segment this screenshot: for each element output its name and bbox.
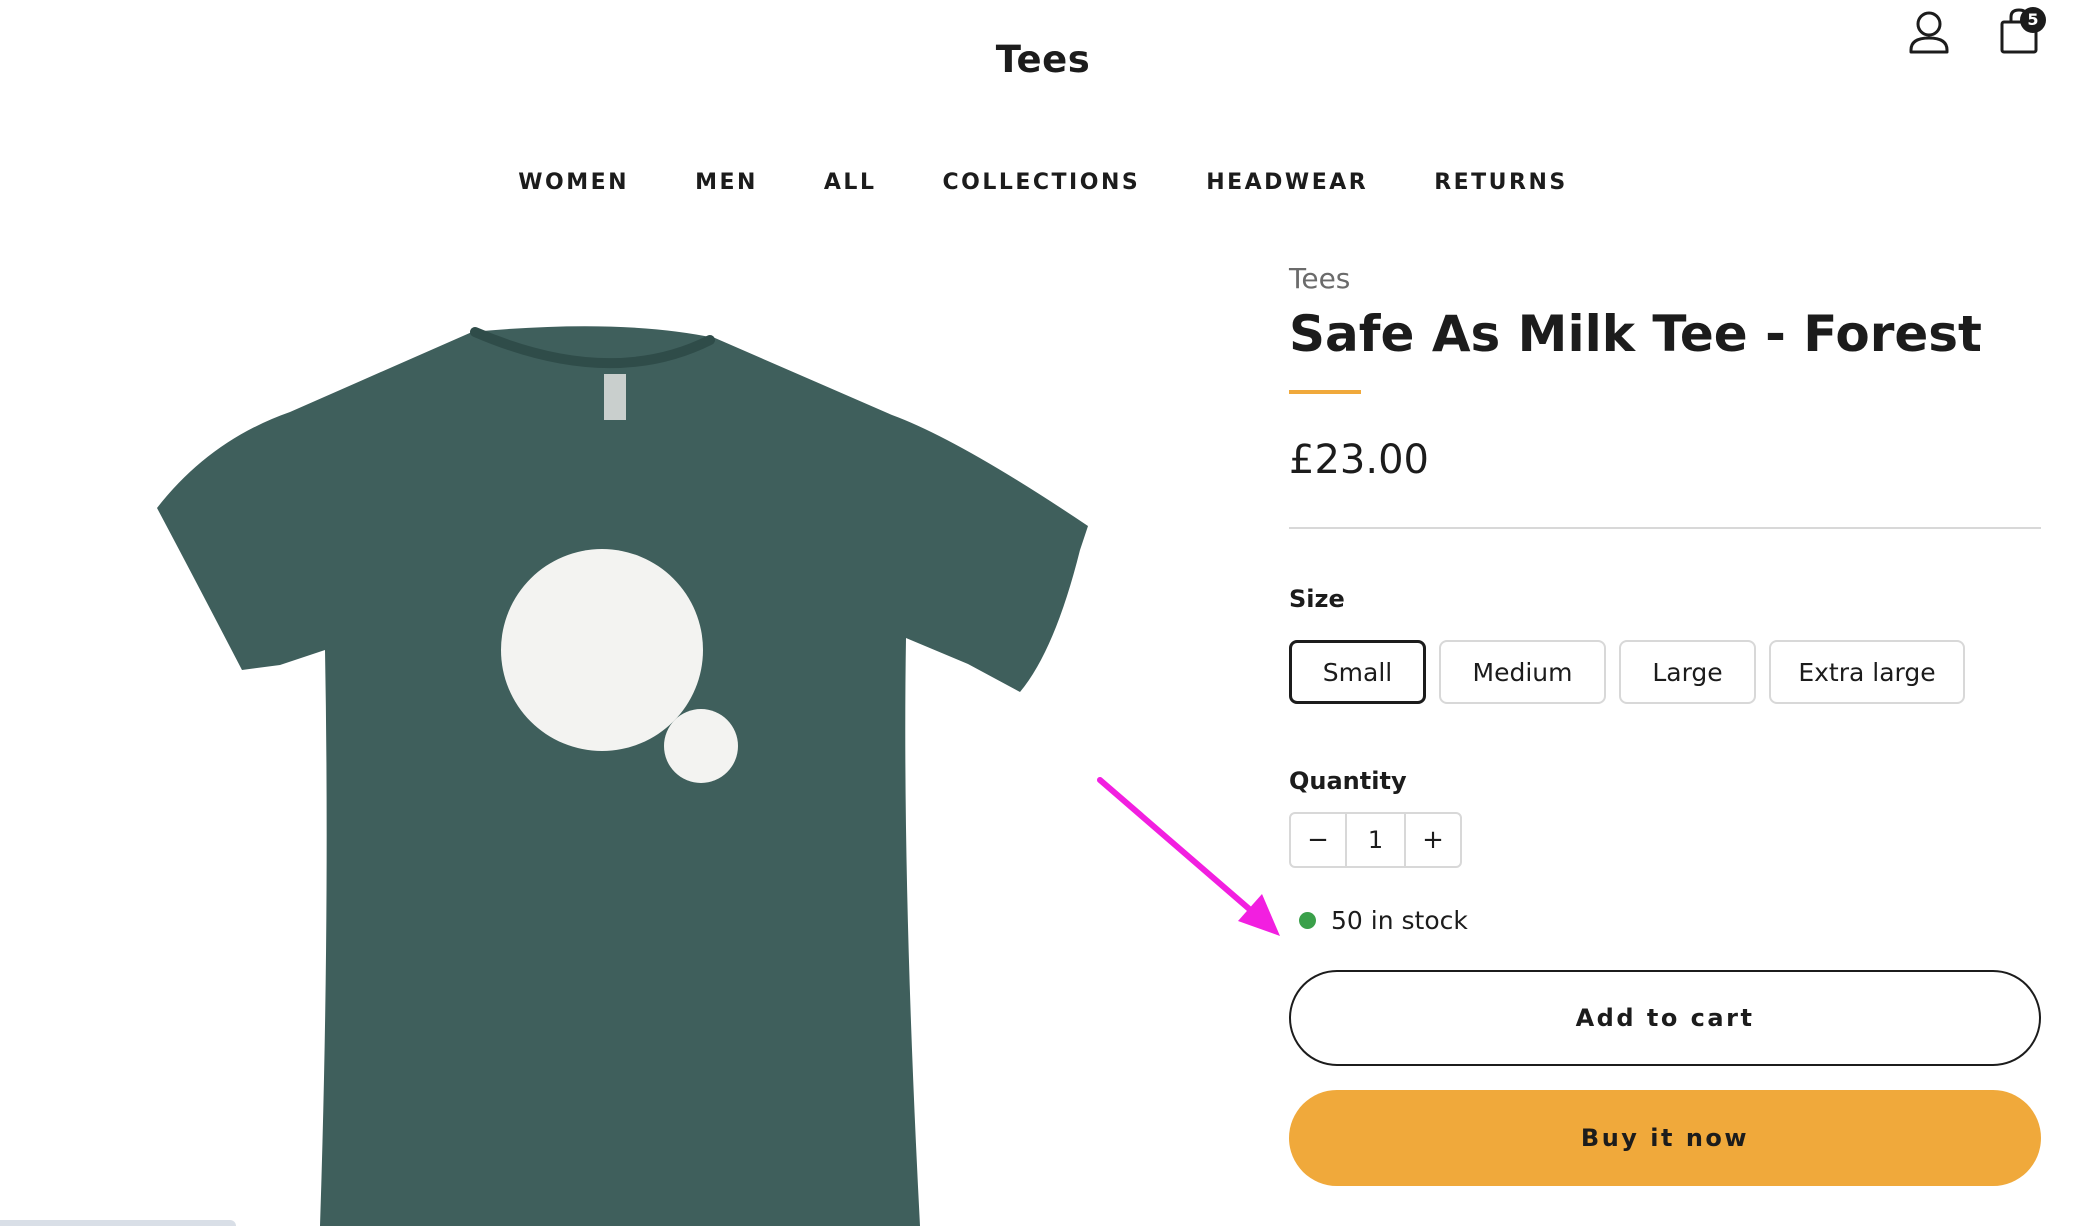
size-label: Size (1289, 585, 1345, 613)
size-option-small[interactable]: Small (1289, 640, 1426, 704)
print-large-circle (501, 549, 703, 751)
stock-status-dot-icon (1299, 911, 1316, 929)
buy-now-button[interactable]: Buy it now (1289, 1090, 2041, 1186)
stock-status: 50 in stock (1289, 902, 2041, 938)
search-icon[interactable] (2082, 6, 2086, 60)
bottom-edge-tab (0, 1220, 236, 1226)
nav-women[interactable]: WOMEN (518, 170, 629, 195)
product-title: Safe As Milk Tee - Forest (1289, 305, 1982, 363)
quantity-label: Quantity (1289, 767, 1407, 795)
nav-headwear[interactable]: HEADWEAR (1206, 170, 1368, 195)
quantity-stepper: − 1 + (1289, 812, 1462, 868)
product-vendor[interactable]: Tees (1289, 262, 2041, 296)
cart-count-badge: 5 (2020, 7, 2046, 33)
size-option-large[interactable]: Large (1619, 640, 1756, 704)
add-to-cart-button[interactable]: Add to cart (1289, 970, 2041, 1066)
quantity-increment-button[interactable]: + (1406, 814, 1460, 866)
title-accent-divider (1289, 390, 1361, 394)
annotation-arrow-icon (1097, 777, 1280, 936)
size-option-medium[interactable]: Medium (1439, 640, 1606, 704)
nav-men[interactable]: MEN (695, 170, 758, 195)
quantity-decrement-button[interactable]: − (1291, 814, 1345, 866)
main-navigation: WOMEN MEN ALL COLLECTIONS HEADWEAR RETUR… (0, 170, 2086, 195)
print-small-circle (664, 709, 738, 783)
nav-all[interactable]: ALL (824, 170, 877, 195)
product-info: Tees Safe As Milk Tee - Forest £23.00 Si… (1289, 262, 2041, 1186)
tshirt-tag (604, 374, 626, 420)
account-icon[interactable] (1904, 6, 1954, 60)
cart-icon[interactable]: 5 (1994, 6, 2046, 60)
product-image[interactable] (150, 320, 1100, 1226)
stock-status-text: 50 in stock (1331, 905, 1468, 935)
nav-collections[interactable]: COLLECTIONS (942, 170, 1140, 195)
price-divider (1289, 527, 2041, 529)
size-options: Small Medium Large Extra large (1289, 640, 2041, 704)
quantity-input[interactable]: 1 (1345, 814, 1406, 866)
product-price: £23.00 (1289, 437, 1429, 483)
product-page: Tees 5 WOMEN MEN ALL COLLECTIONS HEADWEA… (0, 0, 2086, 1226)
size-option-extra-large[interactable]: Extra large (1769, 640, 1965, 704)
tshirt-shape (157, 326, 1088, 1226)
store-title[interactable]: Tees (0, 38, 2086, 81)
nav-returns[interactable]: RETURNS (1434, 170, 1568, 195)
